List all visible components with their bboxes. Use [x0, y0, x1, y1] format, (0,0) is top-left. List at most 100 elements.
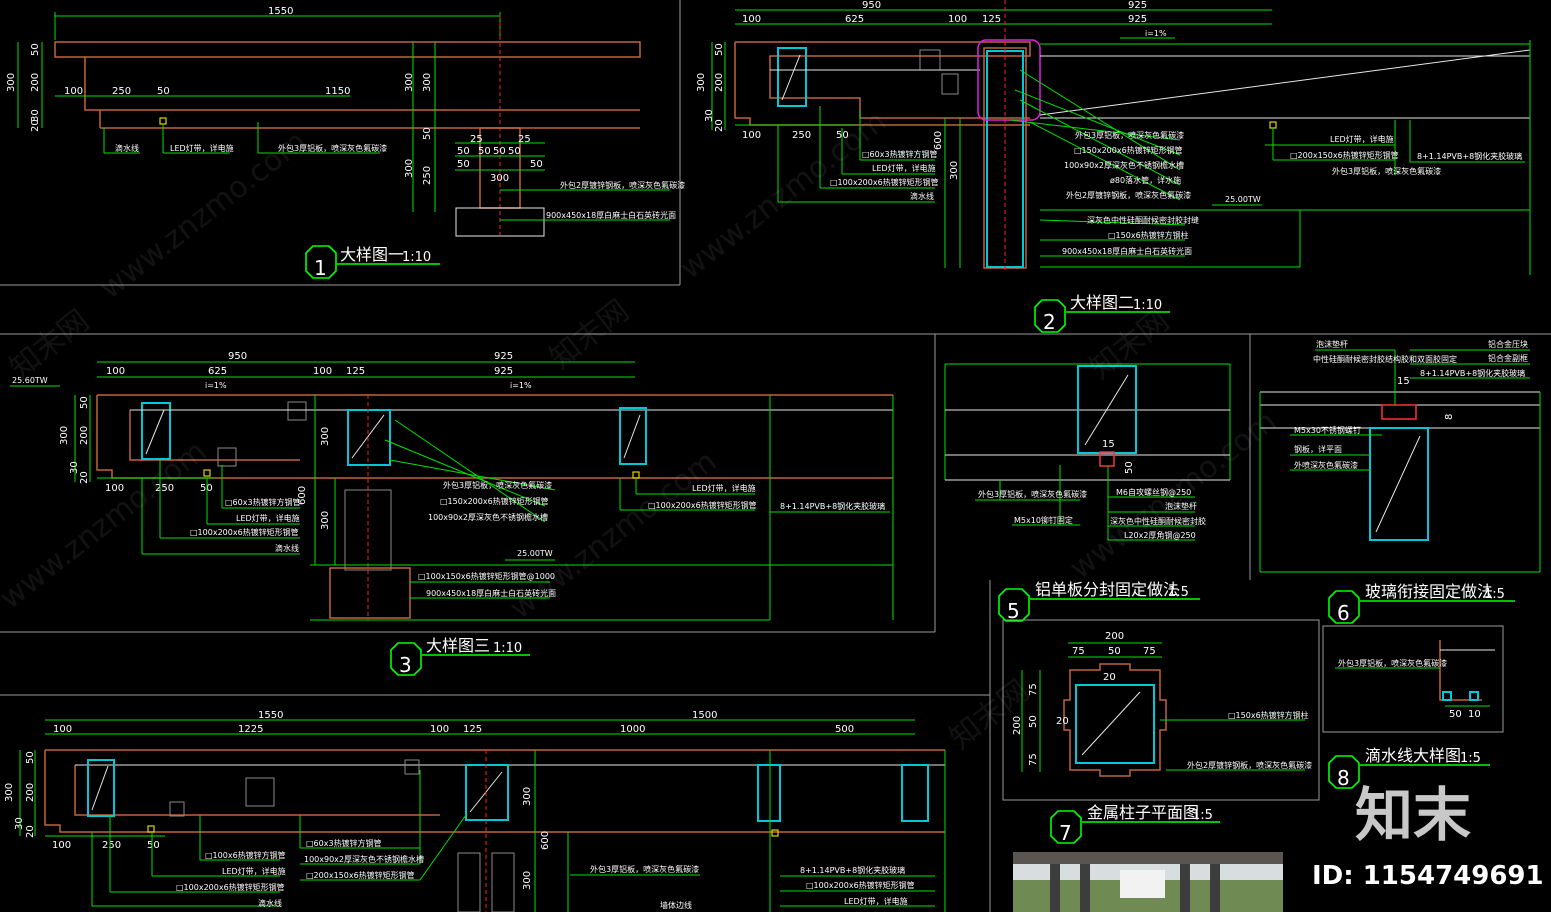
d2-note-10: □150x6热镀锌方钢柱: [1108, 230, 1189, 240]
d1-dim-cp2: 25: [518, 134, 531, 145]
d3-dim-b3: 50: [200, 483, 213, 494]
d2-dim-t2: 925: [1128, 0, 1147, 11]
d7-dim-v2: 50: [1028, 715, 1039, 728]
d7-dim-w: 200: [1105, 631, 1124, 642]
detail-1-title: 1 大样图一 1:10: [305, 245, 440, 280]
d2-dim-s1: 100: [742, 14, 761, 25]
d4-dim-v8: 300: [522, 871, 533, 890]
d6-note-7: 外喷深灰色氟碳漆: [1294, 460, 1358, 470]
d2-dim-s4: 125: [982, 14, 1001, 25]
d4-dim-t1: 1550: [258, 710, 283, 721]
d3-title: 大样图三: [426, 636, 490, 655]
d4-dim-v6: 300: [522, 787, 533, 806]
d1-dim-cp5: 50: [493, 146, 506, 157]
detail-8-drawing: 50 10 外包3厚铝板，喷深灰色氟碳漆: [1335, 640, 1495, 720]
d2-dim-v5: 20: [714, 119, 725, 132]
d4-note-11: 墙体边线: [660, 900, 692, 910]
d2-note-1: LED灯带，详电施: [872, 163, 936, 173]
d4-dim-v3: 200: [25, 783, 36, 802]
d4-dim-v5: 20: [25, 825, 36, 838]
d4-note-8: 8+1.14PVB+8钢化夹胶玻璃: [800, 865, 905, 875]
d1-dim-rv1: 300: [404, 73, 415, 92]
d1-note-0: 滴水线: [115, 143, 139, 153]
d5-number: 5: [1007, 599, 1020, 623]
d7-dim-a: 75: [1072, 646, 1085, 657]
d3-dim-v5: 20: [79, 471, 90, 484]
d3-dim-v8: 300: [320, 511, 331, 530]
d2-dim-t1: 950: [862, 0, 881, 11]
asset-id: ID: 1154749691: [1312, 861, 1544, 891]
d1-dim-cp1: 25: [470, 134, 483, 145]
d1-dim-lv3: 200: [30, 73, 41, 92]
d2-note-12: LED灯带，详电施: [1330, 134, 1394, 144]
d6-note-3: 铝合金副框: [1488, 353, 1528, 363]
d7-note-0: □150x6热镀锌方钢柱: [1228, 710, 1309, 720]
d6-note-0: 泡沫垫杆: [1316, 339, 1348, 349]
d1-dim-cp7: 50: [457, 159, 470, 170]
d4-note-5: □100x200x6热镀锌矩形钢管: [176, 882, 285, 892]
d4-note-10: LED灯带，详电施: [844, 896, 908, 906]
d7-dim-v3: 75: [1028, 753, 1039, 766]
d7-scale: 1:5: [1192, 808, 1213, 823]
d2-note-7: ø80落水管，详水施: [1110, 175, 1181, 185]
d4-note-1: 100x90x2厚深灰色不锈钢檐水槽: [304, 854, 424, 864]
d2-dim-v6: 600: [933, 131, 944, 150]
d7-dim-t2: 20: [1056, 716, 1069, 727]
d1-dim-lv5: 20: [30, 119, 41, 132]
d2-dim-v2: 50: [714, 43, 725, 56]
d1-dim-rv5: 250: [422, 166, 433, 185]
detail-6-drawing: 15 8 泡沫垫杆 中性硅酮耐候密封胶结构胶和双面胶固定 铝合金压块 铝合金副框…: [1259, 339, 1541, 573]
d4-dim-s3: 100: [430, 724, 449, 735]
d2-dim-b1: 100: [742, 130, 761, 141]
d1-dim-rv4: 300: [404, 159, 415, 178]
d3-note-3: 滴水线: [275, 543, 299, 553]
watermark-site-2: www.znzmo.com: [673, 104, 893, 286]
d5-note-0: 外包3厚铝板，喷深灰色氟碳漆: [978, 489, 1087, 499]
d6-note-2: 铝合金压块: [1488, 339, 1528, 349]
d3-level2: 25.00TW: [517, 549, 553, 558]
d2-note-11: 900x450x18厚白麻士白石英砖光面: [1062, 246, 1192, 256]
d1-dim-lv2: 50: [30, 43, 41, 56]
d2-note-2: □100x200x6热镀锌矩形钢管: [830, 177, 939, 187]
d2-dim-s5: 925: [1128, 14, 1147, 25]
d6-dim-d2: 8: [1444, 414, 1455, 420]
d3-dim-v2: 50: [79, 396, 90, 409]
d8-number: 8: [1337, 766, 1350, 790]
watermark-site-3: www.znzmo.com: [0, 434, 213, 616]
d3-dim-v3: 200: [79, 426, 90, 445]
d3-dim-s2: 625: [208, 366, 227, 377]
d2-note-4: 外包3厚铝板，喷深灰色氟碳漆: [1075, 130, 1184, 140]
d4-dim-t2: 1500: [692, 710, 717, 721]
d1-note-1: LED灯带，详电施: [170, 143, 234, 153]
d4-dim-v1: 300: [4, 783, 15, 802]
detail-5-drawing: 15 50 外包3厚铝板，喷深灰色氟碳漆 M5x10铆钉固定 M6自攻螺丝钢@2…: [944, 363, 1231, 541]
detail-1-drawing: 1550 100 250 50 1150 300 50 200 30 20 30…: [6, 6, 685, 237]
panel-frames: [0, 0, 1551, 912]
detail-6-title: 6 玻璃衔接固定做法 1:5: [1328, 582, 1515, 625]
d6-note-4: 8+1.14PVB+8钢化夹胶玻璃: [1420, 368, 1525, 378]
d1-dim-cp3: 50: [457, 146, 470, 157]
d8-dim-b: 10: [1468, 709, 1481, 720]
d6-dim-d1: 15: [1397, 376, 1410, 387]
watermarks: www.znzmo.com www.znzmo.com www.znzmo.co…: [0, 104, 1283, 756]
watermark-site-4: www.znzmo.com: [503, 444, 723, 626]
d2-note-8: 外包2厚镀锌钢板，喷深灰色氟碳漆: [1066, 190, 1191, 200]
d3-note-1: LED灯带，详电施: [236, 513, 300, 523]
d3-note-6: 100x90x2厚深灰色不锈钢檐水槽: [428, 512, 548, 522]
d8-dim-a: 50: [1449, 709, 1462, 720]
brand-overlay: 知末 ID: 1154749691: [1312, 781, 1544, 891]
d2-dim-v1: 300: [696, 73, 707, 92]
d2-note-0: □60x3热镀锌方钢管: [862, 149, 938, 159]
d1-title: 大样图一: [340, 245, 404, 264]
d4-dim-s2: 1225: [238, 724, 263, 735]
d2-dim-s3: 100: [948, 14, 967, 25]
d1-note-3: 外包2厚镀锌钢板，喷深灰色氟碳漆: [560, 180, 685, 190]
d4-dim-b3: 50: [147, 840, 160, 851]
detail-7-drawing: 200 75 50 75 200 75 50 75 20 20 □150x6热镀…: [1012, 631, 1312, 777]
watermark-cn-2: 知末网: [543, 293, 635, 376]
d1-dim-r2: 250: [112, 86, 131, 97]
d3-dim-s3: 100: [313, 366, 332, 377]
brand-logo: 知末: [1355, 781, 1471, 849]
d7-note-1: 外包2厚镀锌钢板，喷深灰色氟碳漆: [1187, 760, 1312, 770]
d6-title: 玻璃衔接固定做法: [1365, 582, 1493, 601]
